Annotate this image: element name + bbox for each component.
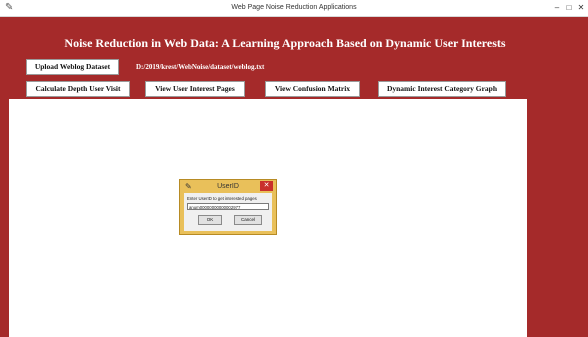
page-title: Noise Reduction in Web Data: A Learning … — [64, 36, 506, 50]
minimize-button[interactable]: – — [551, 2, 563, 13]
maximize-button[interactable]: □ — [563, 2, 575, 13]
dataset-path-label: D:/2019/krest/WebNoise/dataset/weblog.tx… — [136, 63, 265, 71]
window-title: Web Page Noise Reduction Applications — [231, 4, 357, 11]
ok-button[interactable]: OK — [198, 215, 222, 225]
dialog-titlebar: ✎ UserID ✕ — [180, 180, 276, 193]
view-interest-pages-button[interactable]: View User Interest Pages — [145, 81, 245, 97]
calculate-depth-button[interactable]: Calculate Depth User Visit — [26, 81, 130, 97]
dialog-body: Enter UserID to get interested pages anu… — [184, 193, 272, 231]
userid-input[interactable]: anum00000000000002977 — [187, 203, 269, 210]
cancel-button[interactable]: Cancel — [234, 215, 262, 225]
interest-category-graph-button[interactable]: Dynamic Interest Category Graph — [378, 81, 506, 97]
window-titlebar: ✎ Web Page Noise Reduction Applications … — [0, 0, 588, 17]
dialog-prompt: Enter UserID to get interested pages — [187, 196, 257, 201]
userid-dialog: ✎ UserID ✕ Enter UserID to get intereste… — [179, 179, 277, 235]
upload-weblog-button[interactable]: Upload Weblog Dataset — [26, 59, 119, 75]
close-button[interactable]: ✕ — [575, 2, 587, 13]
dialog-close-button[interactable]: ✕ — [260, 181, 273, 191]
view-confusion-matrix-button[interactable]: View Confusion Matrix — [265, 81, 360, 97]
